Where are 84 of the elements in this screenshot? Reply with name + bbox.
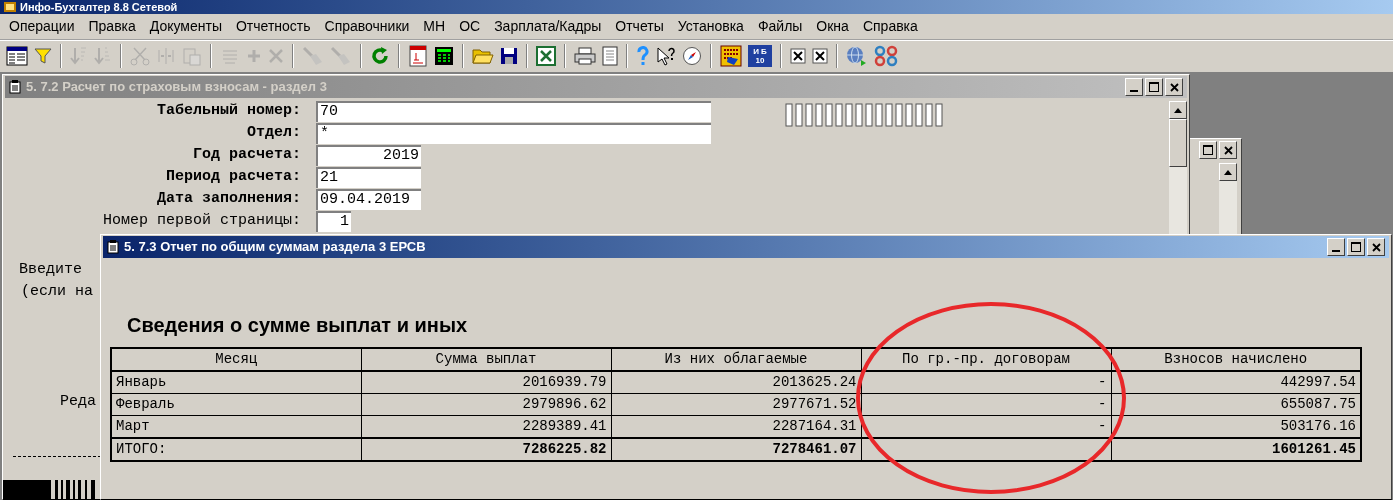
close-button[interactable]	[1367, 238, 1385, 256]
menu-item[interactable]: Справочники	[317, 16, 417, 37]
menu-item[interactable]: Файлы	[750, 16, 810, 37]
menu-item[interactable]: Окна	[809, 16, 856, 37]
input-field[interactable]: *	[316, 123, 711, 144]
field-label: Период расчета:	[164, 167, 301, 188]
folder-icon[interactable]	[472, 46, 494, 65]
close-button[interactable]	[1165, 78, 1183, 96]
menu-item[interactable]: Зарплата/Кадры	[487, 16, 609, 37]
table-cell: 7278461.07	[611, 438, 861, 461]
form-text: Реда	[60, 392, 96, 412]
close-icon	[1223, 145, 1233, 155]
menu-item[interactable]: Отчетность	[228, 16, 318, 37]
app-icon	[4, 2, 16, 12]
close-button[interactable]	[1219, 141, 1237, 159]
form-text: (если на	[21, 282, 93, 302]
calendar-icon[interactable]	[408, 44, 428, 67]
report-heading: Сведения о сумме выплат и иных	[127, 313, 469, 337]
up-arrow-icon	[1174, 107, 1182, 113]
maximize-icon	[1149, 82, 1159, 92]
pointer-help-icon[interactable]	[656, 45, 676, 66]
input-field[interactable]: 21	[316, 167, 421, 188]
menu-item[interactable]: Справка	[855, 16, 925, 37]
minimize-icon	[1130, 90, 1138, 92]
menu-item[interactable]: Правка	[81, 16, 143, 37]
column-header: Из них облагаемые	[611, 348, 861, 371]
table-cell: -	[861, 393, 1111, 416]
menu-item[interactable]: ОС	[452, 16, 488, 37]
compass-icon[interactable]	[682, 45, 702, 66]
field-label: Номер первой страницы:	[101, 211, 301, 232]
menu-item[interactable]: Документы	[142, 16, 229, 37]
input-field[interactable]: 2019	[316, 145, 421, 166]
table-cell: Январь	[111, 371, 361, 394]
refresh-icon[interactable]	[370, 45, 390, 66]
maximize-button[interactable]	[1199, 141, 1217, 159]
field-label: Дата заполнения:	[155, 189, 301, 210]
window-title: 5. 7.3 Отчет по общим суммам раздела 3 ЕРСВ	[124, 238, 427, 257]
form-text: Введите	[19, 260, 82, 280]
maximize-icon	[1351, 242, 1361, 252]
window-title: 5. 7.2 Расчет по страховым взносам - раздел 3	[26, 78, 328, 97]
table-cell: Февраль	[111, 393, 361, 416]
calculator-icon[interactable]	[434, 45, 454, 66]
maximize-button[interactable]	[1145, 78, 1163, 96]
scroll-up-button[interactable]	[1169, 101, 1187, 119]
checkbox-x-icon[interactable]	[790, 47, 806, 64]
minimize-button[interactable]	[1327, 238, 1345, 256]
table-cell: 2016939.79	[361, 371, 611, 394]
field-label: Табельный номер:	[155, 101, 301, 122]
scroll-up-button[interactable]	[1219, 163, 1237, 181]
up-arrow-icon	[1224, 169, 1232, 175]
document-icon	[107, 240, 119, 254]
input-field[interactable]: 09.04.2019	[316, 189, 421, 210]
table-cell: 2979896.62	[361, 393, 611, 416]
checkbox-x-icon[interactable]	[812, 47, 828, 64]
globe-icon[interactable]	[846, 45, 868, 66]
input-field[interactable]: 70	[316, 101, 711, 122]
maximize-icon	[1203, 145, 1213, 155]
table-icon[interactable]	[6, 45, 28, 66]
printer-icon[interactable]	[574, 46, 596, 65]
column-header: Месяц	[111, 348, 361, 371]
table-cell: ИТОГО:	[111, 438, 361, 461]
field-label: Отдел:	[246, 123, 301, 144]
field-label: Год расчета:	[191, 145, 301, 166]
input-field[interactable]: 1	[316, 211, 351, 232]
column-header: Сумма выплат	[361, 348, 611, 371]
menu-item[interactable]: МН	[416, 16, 453, 37]
menu-item[interactable]: Отчеты	[608, 16, 671, 37]
table-cell: 7286225.82	[361, 438, 611, 461]
toolbar-button[interactable]: И Б 10	[748, 44, 772, 67]
filter-icon[interactable]	[34, 46, 52, 65]
close-icon	[1169, 82, 1179, 92]
document-icon	[9, 80, 21, 94]
document-icon[interactable]	[602, 45, 618, 66]
menu-item[interactable]: Установка	[670, 16, 751, 37]
scrollbar-thumb[interactable]	[1169, 119, 1187, 167]
pattern-icon[interactable]	[874, 44, 898, 67]
close-icon	[1371, 242, 1381, 252]
minimize-icon	[1332, 250, 1340, 252]
maximize-button[interactable]	[1347, 238, 1365, 256]
table-cell: -	[861, 371, 1111, 394]
app-title: Инфо-Бухгалтер 8.8 Сетевой	[20, 1, 178, 13]
spreadsheet-icon[interactable]	[536, 45, 556, 66]
menu-item[interactable]: Операции	[2, 16, 82, 37]
minimize-button[interactable]	[1125, 78, 1143, 96]
